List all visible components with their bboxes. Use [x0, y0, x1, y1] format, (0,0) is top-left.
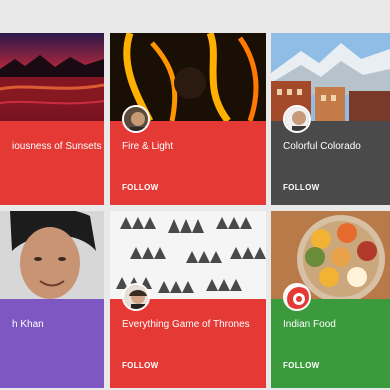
card-title: Colorful Colorado	[283, 141, 361, 152]
card-title: Everything Game of Thrones	[122, 319, 250, 330]
card-band	[0, 299, 104, 388]
avatar	[122, 283, 150, 311]
card-title: Fire & Light	[122, 141, 174, 152]
collection-card-game-of-thrones[interactable]: Everything Game of Thrones FOLLOW	[110, 211, 266, 388]
collection-card-sunsets[interactable]: iousness of Sunsets	[0, 33, 104, 205]
card-band	[110, 299, 266, 388]
card-title: Indian Food	[283, 319, 336, 330]
avatar	[122, 105, 150, 133]
cover-image	[0, 33, 104, 121]
card-title: h Khan	[12, 319, 44, 330]
card-band	[110, 121, 266, 205]
collection-card-fire-light[interactable]: Fire & Light FOLLOW	[110, 33, 266, 205]
follow-button[interactable]: FOLLOW	[283, 361, 319, 370]
cover-image	[0, 211, 104, 299]
collection-card-khan[interactable]: h Khan	[0, 211, 104, 388]
follow-button[interactable]: FOLLOW	[283, 183, 319, 192]
follow-button[interactable]: FOLLOW	[122, 183, 158, 192]
avatar	[283, 283, 311, 311]
card-band	[271, 299, 390, 388]
avatar	[283, 105, 311, 133]
follow-button[interactable]: FOLLOW	[122, 361, 158, 370]
card-title: iousness of Sunsets	[12, 141, 102, 152]
card-band	[271, 121, 390, 205]
collection-card-colorado[interactable]: Colorful Colorado FOLLOW	[271, 33, 390, 205]
collection-card-indian-food[interactable]: Indian Food FOLLOW	[271, 211, 390, 388]
card-band	[0, 121, 104, 205]
